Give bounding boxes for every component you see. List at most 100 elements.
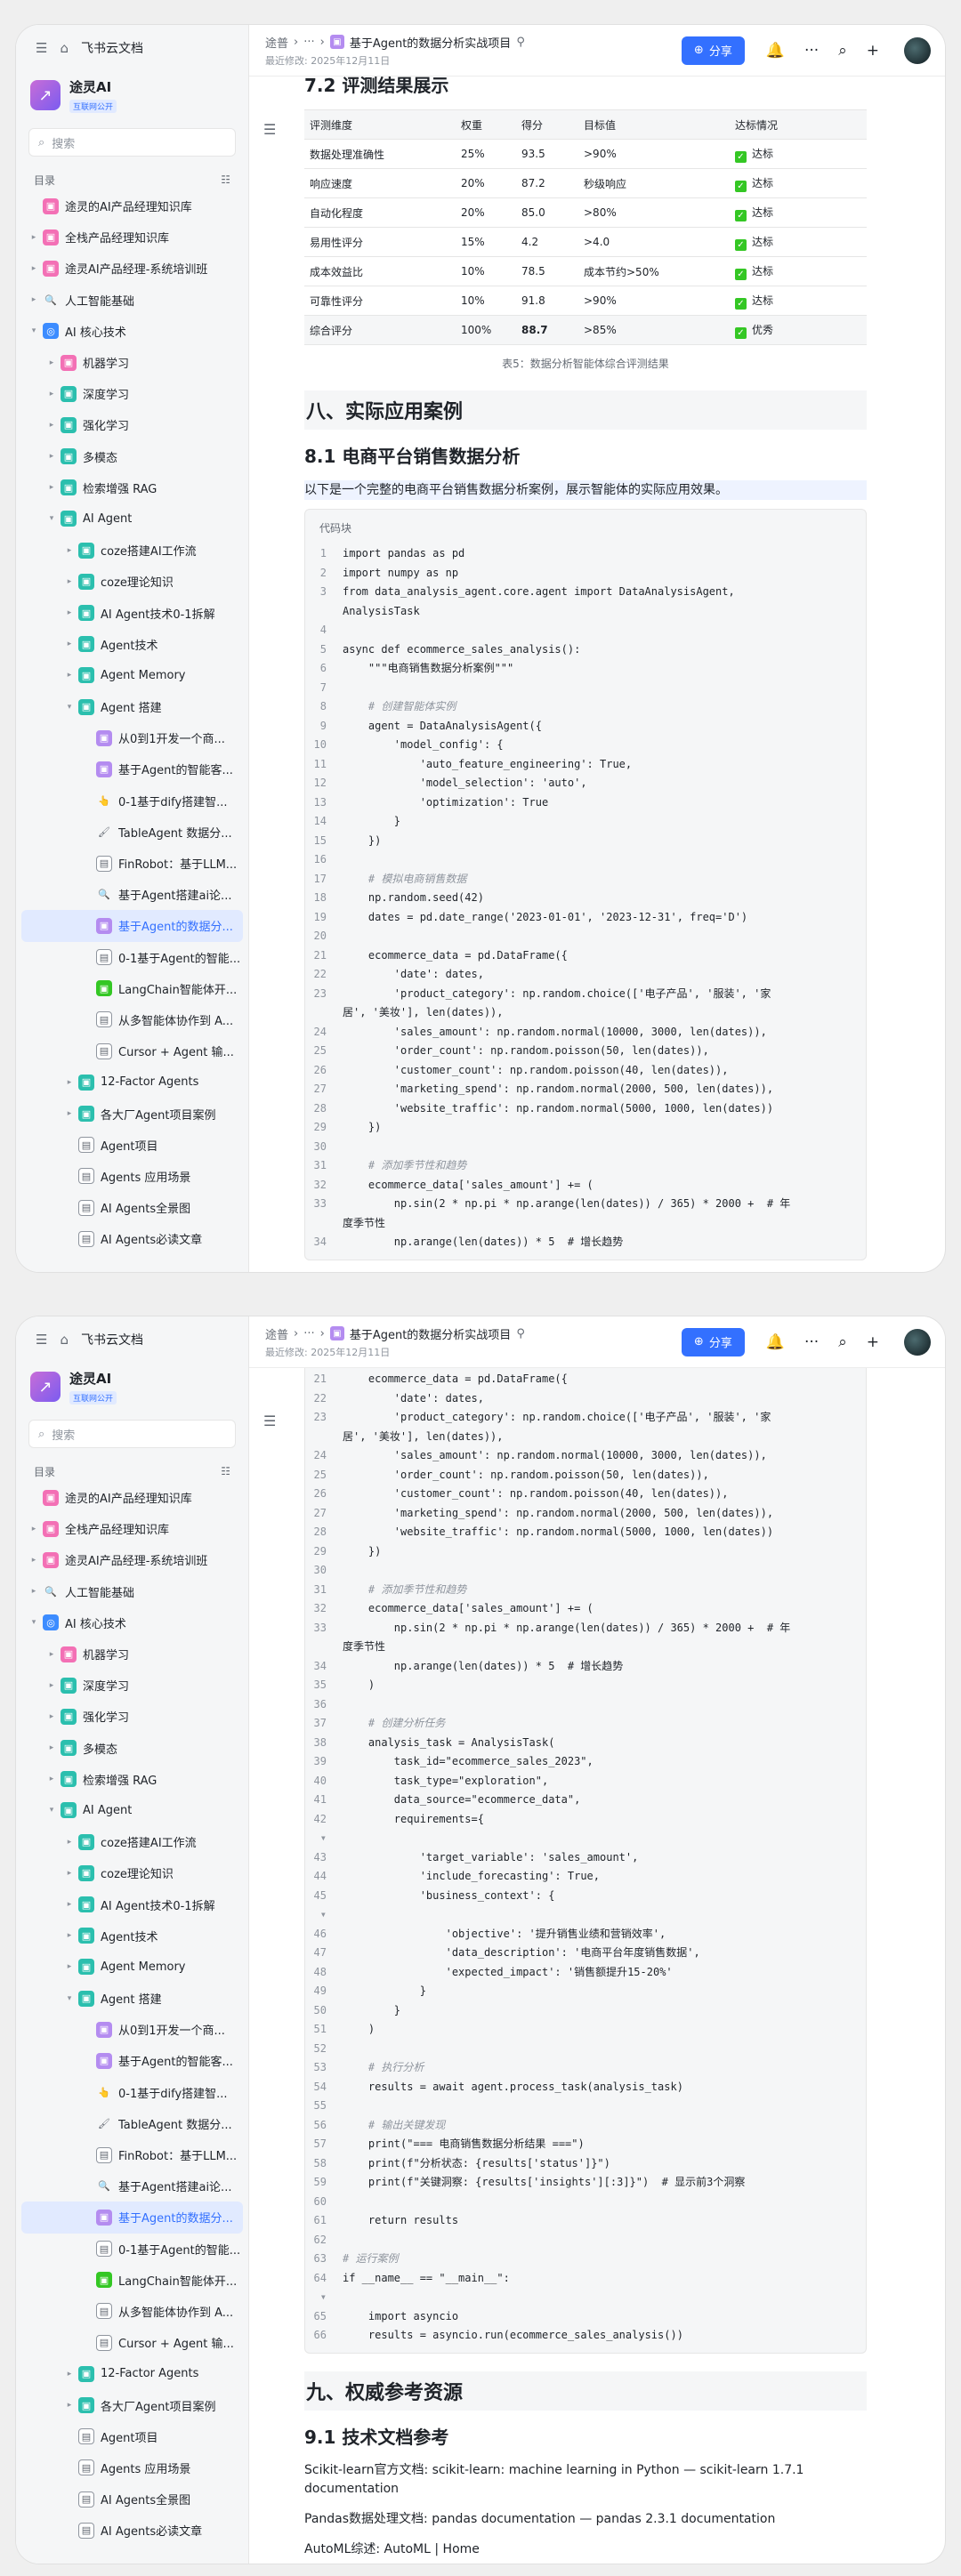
- sidebar-item[interactable]: ▸ ▣ 途灵AI产品经理-系统培训班: [16, 253, 248, 284]
- sidebar-item[interactable]: 🖌 TableAgent 数据分...: [16, 817, 248, 848]
- sidebar-item[interactable]: 🔍 基于Agent搭建ai论...: [16, 879, 248, 910]
- chevron-right-icon[interactable]: ▸: [64, 577, 75, 586]
- bell-icon[interactable]: 🔔: [766, 1333, 785, 1351]
- avatar[interactable]: [904, 1328, 931, 1356]
- pin-icon[interactable]: ⚲: [516, 36, 525, 49]
- chevron-down-icon[interactable]: ▾: [28, 326, 39, 335]
- search-icon[interactable]: ⌕: [838, 42, 847, 60]
- chevron-right-icon[interactable]: ▸: [64, 1869, 75, 1878]
- chevron-right-icon[interactable]: ▸: [64, 1962, 75, 1971]
- chevron-right-icon[interactable]: ▸: [28, 295, 39, 304]
- sidebar-item[interactable]: ▤ AI Agents必读文章: [16, 2515, 248, 2546]
- home-icon[interactable]: ⌂: [60, 40, 69, 56]
- add-icon[interactable]: +: [867, 42, 879, 60]
- sidebar-item[interactable]: ▤ 0-1基于Agent的智能...: [16, 942, 248, 973]
- sidebar-item[interactable]: ▤ 从多智能体协作到 A...: [16, 2296, 248, 2327]
- sidebar-item[interactable]: ▣ 从0到1开发一个商...: [16, 722, 248, 753]
- sidebar-item[interactable]: ▤ Cursor + Agent 输...: [16, 1035, 248, 1067]
- doc-title[interactable]: 基于Agent的数据分析实战项目: [350, 34, 511, 51]
- home-icon[interactable]: ⌂: [60, 1332, 69, 1348]
- sidebar-item[interactable]: ▣ LangChain智能体开...: [16, 2265, 248, 2296]
- pin-icon[interactable]: ⚲: [516, 1327, 525, 1340]
- chevron-right-icon[interactable]: ▸: [64, 671, 75, 680]
- sidebar-item[interactable]: ▸ ▣ coze搭建AI工作流: [16, 535, 248, 566]
- search-icon[interactable]: ⌕: [838, 1333, 847, 1351]
- sidebar-item[interactable]: ▤ FinRobot：基于LLM...: [16, 848, 248, 879]
- sidebar-item[interactable]: ▣ 基于Agent的智能客...: [16, 2045, 248, 2076]
- sidebar-item[interactable]: ▾ ▣ Agent 搭建: [16, 1983, 248, 2014]
- chevron-right-icon[interactable]: ▸: [46, 1743, 57, 1752]
- sidebar-item[interactable]: ▤ 从多智能体协作到 A...: [16, 1004, 248, 1035]
- chevron-right-icon[interactable]: ▸: [64, 608, 75, 617]
- sidebar-item[interactable]: ▤ FinRobot：基于LLM...: [16, 2139, 248, 2170]
- chevron-right-icon[interactable]: ▸: [46, 483, 57, 492]
- more-icon[interactable]: ···: [804, 42, 819, 60]
- chevron-down-icon[interactable]: ▾: [46, 1806, 57, 1815]
- chevron-right-icon[interactable]: ▸: [28, 1587, 39, 1596]
- reference-item[interactable]: AutoML综述: AutoML | Home: [304, 2540, 867, 2560]
- sidebar-item[interactable]: ▸ ▣ 12-Factor Agents: [16, 1067, 248, 1098]
- sidebar-item[interactable]: ▤ Agents 应用场景: [16, 1161, 248, 1192]
- sidebar-item[interactable]: ▸ 🔍 人工智能基础: [16, 285, 248, 316]
- add-icon[interactable]: +: [867, 1333, 879, 1351]
- chevron-right-icon[interactable]: ▸: [64, 1838, 75, 1847]
- chevron-right-icon[interactable]: ▸: [64, 1931, 75, 1940]
- app-name[interactable]: 飞书云文档: [81, 39, 143, 57]
- sidebar-item[interactable]: ▣ LangChain智能体开...: [16, 973, 248, 1004]
- sidebar-item[interactable]: ▤ Agent项目: [16, 2421, 248, 2452]
- sidebar-item[interactable]: ▸ ▣ 检索增强 RAG: [16, 1764, 248, 1795]
- collapse-sidebar-icon[interactable]: ☰: [36, 1332, 47, 1348]
- sidebar-item[interactable]: ▸ ▣ Agent Memory: [16, 1952, 248, 1983]
- sidebar-item[interactable]: ▸ ▣ 全栈产品经理知识库: [16, 1513, 248, 1544]
- code-block[interactable]: 21 ecommerce_data = pd.DataFrame({22 'da…: [304, 1368, 867, 2354]
- sidebar-item[interactable]: ▸ ▣ 全栈产品经理知识库: [16, 221, 248, 253]
- sidebar-item[interactable]: ▾ ▣ AI Agent: [16, 1795, 248, 1826]
- sidebar-item[interactable]: ▸ 🔍 人工智能基础: [16, 1576, 248, 1607]
- sidebar-item[interactable]: ▸ ▣ 途灵AI产品经理-系统培训班: [16, 1544, 248, 1575]
- sidebar-item[interactable]: ▸ ▣ coze理论知识: [16, 566, 248, 597]
- chevron-right-icon[interactable]: ▸: [64, 546, 75, 555]
- more-icon[interactable]: ···: [804, 1333, 819, 1351]
- sidebar-item[interactable]: ▣ 基于Agent的数据分...: [21, 910, 243, 942]
- chevron-right-icon[interactable]: ▸: [64, 640, 75, 648]
- chevron-right-icon[interactable]: ▸: [28, 233, 39, 242]
- sidebar-item[interactable]: 👆 0-1基于dify搭建智...: [16, 2077, 248, 2108]
- sidebar-item[interactable]: ▣ 基于Agent的智能客...: [16, 753, 248, 785]
- sidebar-item[interactable]: ▸ ▣ 12-Factor Agents: [16, 2358, 248, 2389]
- chevron-right-icon[interactable]: ▸: [64, 1078, 75, 1087]
- chevron-right-icon[interactable]: ▸: [64, 2370, 75, 2379]
- space-header[interactable]: ↗ 途灵AI 互联网公开: [16, 1363, 248, 1411]
- app-name[interactable]: 飞书云文档: [81, 1331, 143, 1348]
- crumb-root[interactable]: 途普: [265, 34, 288, 51]
- sidebar-item[interactable]: ▾ ▣ Agent 搭建: [16, 691, 248, 722]
- outline-icon[interactable]: ☰: [263, 121, 276, 138]
- share-button[interactable]: ⊕ 分享: [681, 1327, 745, 1356]
- sidebar-item[interactable]: ▸ ▣ AI Agent技术0-1拆解: [16, 597, 248, 628]
- chevron-right-icon[interactable]: ▸: [46, 452, 57, 461]
- sidebar-item[interactable]: ▸ ▣ 多模态: [16, 1733, 248, 1764]
- chevron-right-icon[interactable]: ▸: [46, 358, 57, 367]
- sidebar-item[interactable]: ▣ 基于Agent的数据分...: [21, 2202, 243, 2234]
- chevron-right-icon[interactable]: ▸: [64, 1900, 75, 1909]
- chevron-right-icon[interactable]: ▸: [46, 390, 57, 398]
- sidebar-item[interactable]: ▸ ▣ 各大厂Agent项目案例: [16, 1098, 248, 1129]
- sidebar-item[interactable]: ▸ ▣ 机器学习: [16, 1638, 248, 1670]
- sidebar-item[interactable]: ▸ ▣ 深度学习: [16, 378, 248, 409]
- chevron-right-icon[interactable]: ▸: [28, 264, 39, 273]
- sidebar-item[interactable]: ▸ ▣ coze理论知识: [16, 1857, 248, 1888]
- sidebar-item[interactable]: ▸ ▣ 强化学习: [16, 1701, 248, 1732]
- toc-settings-icon[interactable]: ☷: [221, 173, 230, 186]
- chevron-right-icon[interactable]: ▸: [28, 1525, 39, 1534]
- sidebar-item[interactable]: 🔍 基于Agent搭建ai论...: [16, 2170, 248, 2202]
- sidebar-item[interactable]: ▸ ▣ 多模态: [16, 441, 248, 472]
- chevron-right-icon[interactable]: ▸: [46, 1775, 57, 1783]
- reference-item[interactable]: Pandas数据处理文档: pandas documentation — pan…: [304, 2510, 867, 2530]
- bell-icon[interactable]: 🔔: [766, 42, 785, 60]
- chevron-right-icon[interactable]: ▸: [64, 1109, 75, 1118]
- sidebar-item[interactable]: ▤ Agent项目: [16, 1130, 248, 1161]
- chevron-right-icon[interactable]: ▸: [46, 1681, 57, 1690]
- sidebar-item[interactable]: ▸ ▣ Agent技术: [16, 629, 248, 660]
- avatar[interactable]: [904, 36, 931, 64]
- toc-settings-icon[interactable]: ☷: [221, 1465, 230, 1477]
- outline-icon[interactable]: ☰: [263, 1413, 276, 1429]
